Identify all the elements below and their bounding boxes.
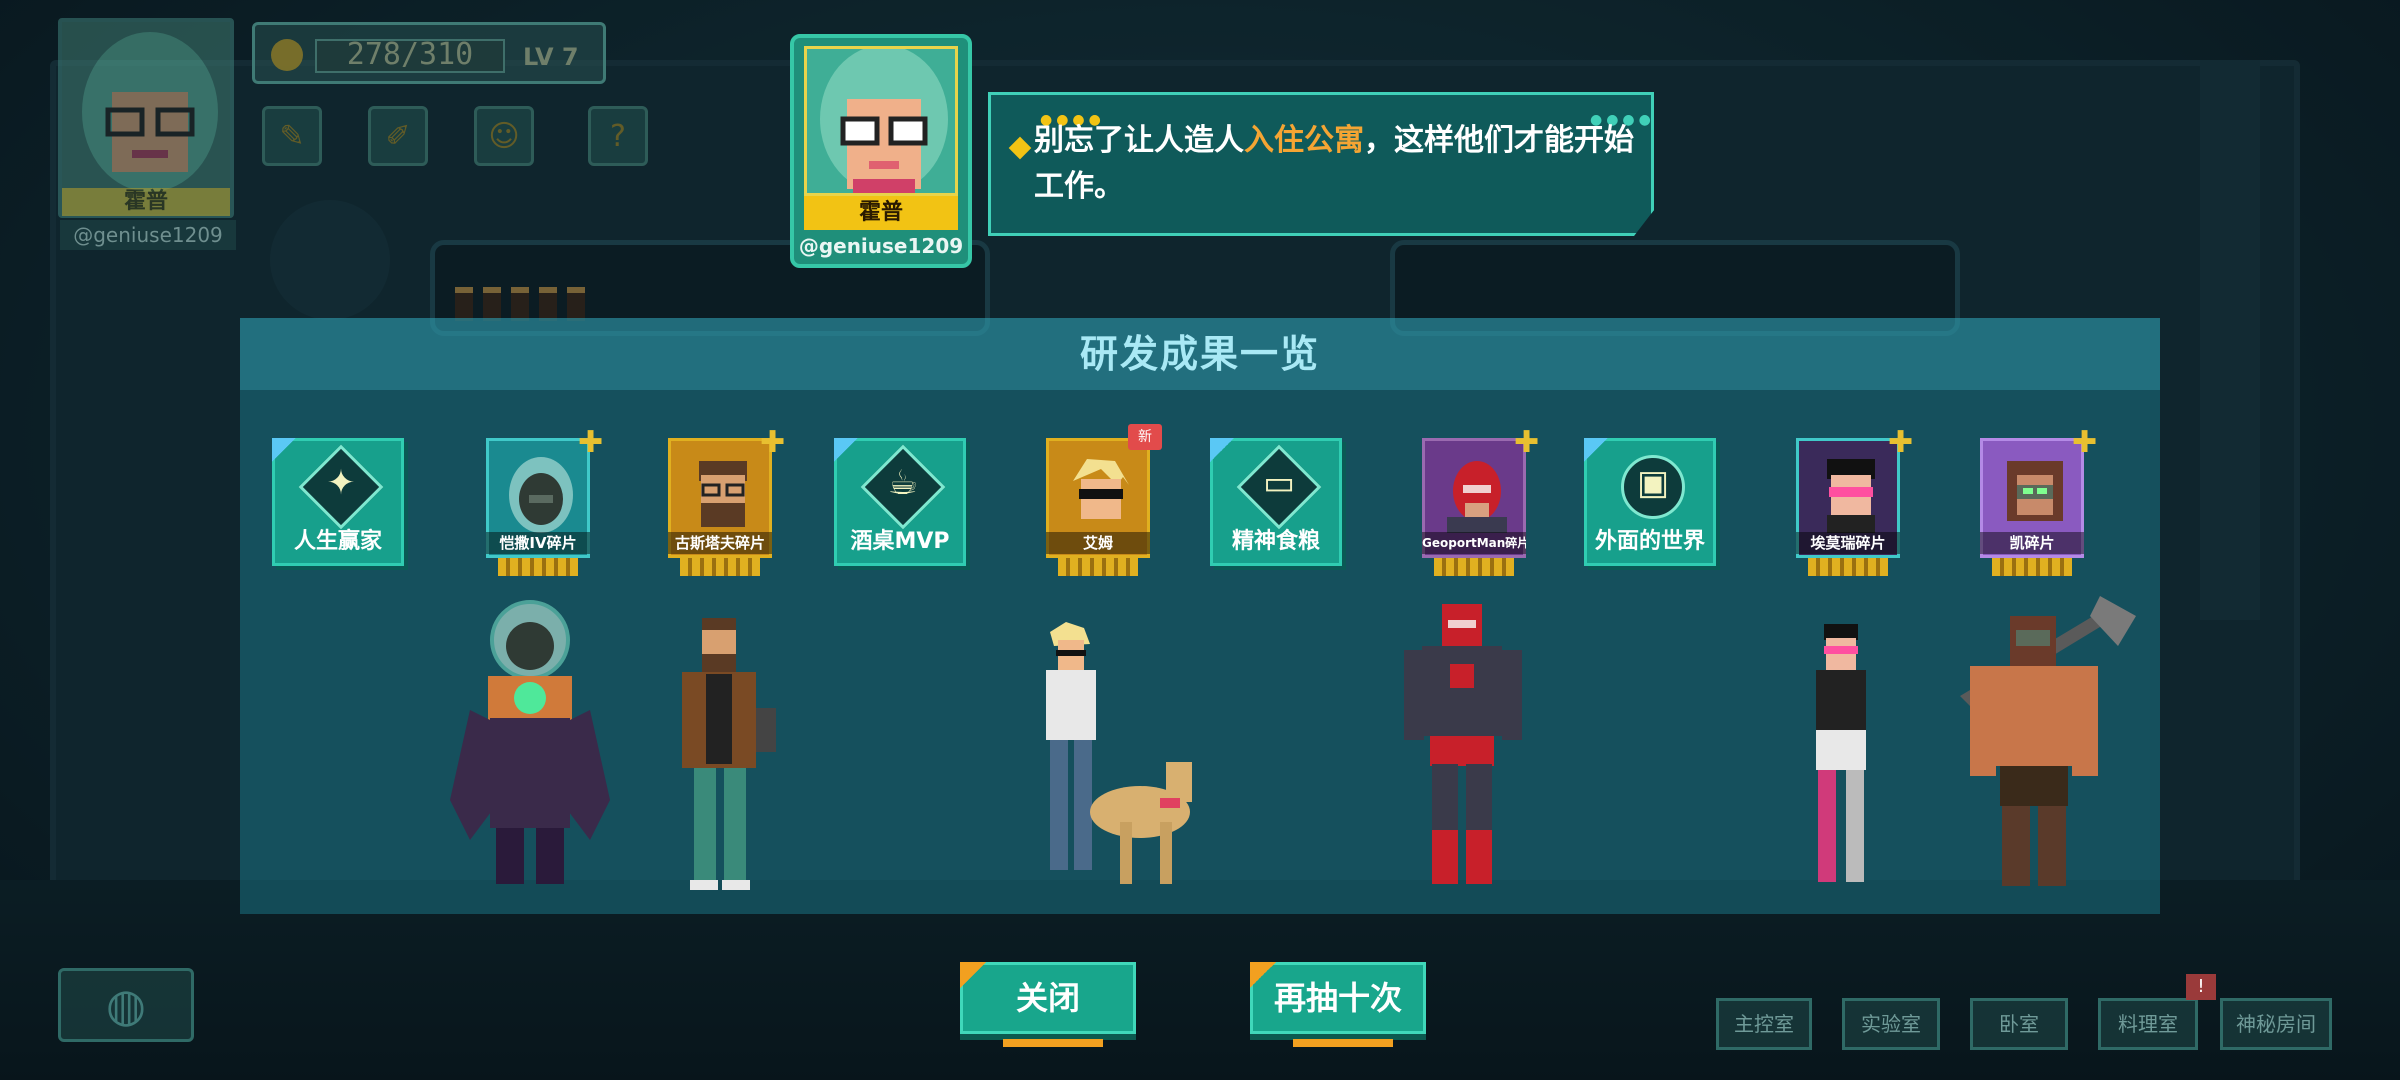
smile-icon: ☺ (488, 118, 520, 154)
reward-card-character[interactable]: GeoportMan碎片 ✚ (1422, 428, 1539, 578)
alert-badge: ! (2186, 974, 2216, 1000)
character-figure-geoportman (1404, 604, 1522, 884)
card-label: GeoportMan碎片 (1422, 532, 1526, 554)
brush-button[interactable]: ✐ (368, 106, 428, 166)
panel-title: 研发成果一览 (240, 318, 2160, 390)
player-name: 霍普 (62, 188, 230, 216)
plus-icon: ✚ (578, 425, 604, 460)
npc-handle: @geniuse1209 (798, 234, 964, 258)
card-label: 凯碎片 (1980, 532, 2084, 554)
character-figure-aim (1046, 622, 1192, 884)
new-badge: 新 (1128, 424, 1162, 450)
help-button[interactable]: ? (588, 106, 648, 166)
plus-icon: ✚ (1888, 425, 1914, 460)
character-figure-gustav (682, 618, 776, 890)
draw-ten-button[interactable]: 再抽十次 (1250, 962, 1426, 1047)
room-tab-kitchen[interactable]: 料理室 (2098, 998, 2198, 1050)
exp-value: 278/310 (346, 37, 474, 72)
plus-icon: ✚ (1514, 425, 1540, 460)
card-label: 埃莫瑞碎片 (1796, 532, 1900, 554)
card-label: 古斯塔夫碎片 (668, 532, 772, 554)
card-label: 艾姆 (1046, 532, 1150, 554)
exp-bar: 278/310 LV 7 (252, 22, 606, 84)
player-handle: @geniuse1209 (60, 220, 236, 250)
note-button[interactable]: ✎ (262, 106, 322, 166)
smile-icon (271, 39, 303, 71)
character-figure-kai (1960, 596, 2136, 886)
card-label: 恺撒IV碎片 (486, 532, 590, 554)
reward-card-item[interactable]: ✦ 人生赢家 (272, 438, 404, 566)
npc-name: 霍普 (804, 196, 958, 230)
brush-icon: ✐ (385, 118, 411, 154)
results-panel: 研发成果一览 ✦ 人生赢家 恺撒IV碎片 ✚ 古斯塔夫碎片 ✚ ☕ 酒桌MVP … (240, 318, 2160, 914)
room-tab-mystery[interactable]: 神秘房间 (2220, 998, 2332, 1050)
note-icon: ✎ (279, 118, 305, 154)
reward-card-character[interactable]: 凯碎片 ✚ (1980, 428, 2097, 578)
globe-icon: ◍ (105, 978, 147, 1032)
character-figure-ape (450, 600, 610, 884)
plus-icon: ✚ (2072, 425, 2098, 460)
reward-card-item[interactable]: ☕ 酒桌MVP (834, 438, 966, 566)
npc-card: 霍普 @geniuse1209 (790, 34, 972, 268)
npc-portrait (804, 46, 958, 196)
mood-button[interactable]: ☺ (474, 106, 534, 166)
close-button[interactable]: 关闭 (960, 962, 1136, 1047)
reward-card-character[interactable]: 恺撒IV碎片 ✚ (486, 428, 603, 578)
reward-card-item[interactable]: ▭ 精神食粮 (1210, 438, 1342, 566)
question-icon: ? (610, 118, 626, 154)
room-tab-control[interactable]: 主控室 (1716, 998, 1812, 1050)
dialog-text: 别忘了让人造人入住公寓，这样他们才能开始工作。 (1034, 123, 1634, 204)
room-tab-lab[interactable]: 实验室 (1842, 998, 1940, 1050)
reward-card-character[interactable]: 古斯塔夫碎片 ✚ (668, 428, 785, 578)
dialog-highlight: 入住公寓 (1244, 123, 1364, 158)
world-button[interactable]: ◍ (58, 968, 194, 1042)
character-figure-emory (1816, 624, 1866, 882)
reward-card-character[interactable]: 埃莫瑞碎片 ✚ (1796, 428, 1913, 578)
reward-card-character[interactable]: 艾姆 新 (1046, 424, 1162, 578)
plus-icon: ✚ (760, 425, 786, 460)
room-tab-bedroom[interactable]: 卧室 (1970, 998, 2068, 1050)
level-label: LV 7 (523, 43, 579, 71)
reward-card-item[interactable]: ▣ 外面的世界 (1584, 438, 1716, 566)
